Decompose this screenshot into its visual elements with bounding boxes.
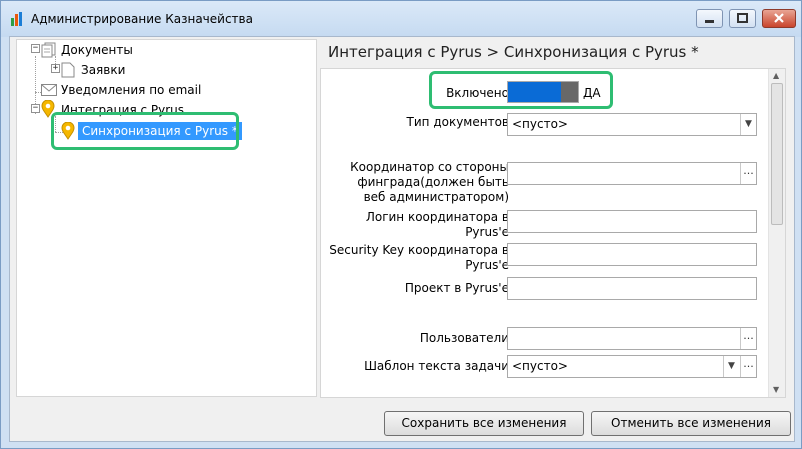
minimize-icon [705,20,714,23]
navigation-tree[interactable]: − Документы + Заявки Уведомления по emai… [16,39,317,397]
save-all-button[interactable]: Сохранить все изменения [384,411,584,436]
login-input[interactable] [507,210,757,233]
users-field[interactable]: ... [507,327,757,350]
browse-button[interactable]: ... [740,163,756,184]
maximize-button[interactable] [729,9,756,28]
documents-folder-icon [41,42,56,58]
collapse-icon[interactable]: − [31,44,40,53]
app-icon [11,12,25,26]
users-label: Пользователи [419,331,509,345]
browse-button[interactable]: ... [740,328,756,349]
highlight-box [51,112,239,150]
document-icon [61,62,75,78]
template-select[interactable]: <пусто> ▼ ... [507,355,757,378]
cancel-all-button[interactable]: Отменить все изменения [591,411,791,436]
window-title: Администрирование Казначейства [31,12,253,26]
template-label: Шаблон текста задачи [364,359,509,373]
coordinator-field[interactable]: ... [507,162,757,185]
close-icon [774,13,784,23]
settings-form: Включено ДА Тип документов <пусто> ▼ Коо… [320,68,786,398]
collapse-icon[interactable]: − [31,104,40,113]
doc-type-select[interactable]: <пусто> ▼ [507,113,757,136]
security-key-input[interactable] [507,243,757,266]
minimize-button[interactable] [696,9,723,28]
vertical-scrollbar[interactable]: ▲ ▼ [768,69,785,397]
tree-item-documents[interactable]: Документы [61,41,133,59]
scroll-down-icon[interactable]: ▼ [773,385,779,394]
email-icon [41,84,57,96]
browse-button[interactable]: ... [740,356,756,377]
chevron-down-icon[interactable]: ▼ [740,114,756,135]
page-title: Интеграция с Pyrus > Синхронизация с Pyr… [328,43,699,61]
highlight-box [429,71,613,109]
scroll-up-icon[interactable]: ▲ [773,71,779,80]
coordinator-label: Координатор со стороны финграда(должен б… [350,160,509,204]
expand-icon[interactable]: + [51,64,60,73]
app-window: Администрирование Казначейства − Докумен… [0,0,802,449]
project-label: Проект в Pyrus'е [404,281,509,295]
maximize-icon [737,13,748,23]
chevron-down-icon[interactable]: ▼ [723,356,739,377]
close-button[interactable] [762,9,796,28]
login-label: Логин координатора в Pyrus'е [365,210,509,239]
security-key-label: Security Key координатора в Pyrus'е [329,243,509,272]
project-input[interactable] [507,277,757,300]
tree-item-requests[interactable]: Заявки [81,61,125,79]
title-bar: Администрирование Казначейства [1,1,801,37]
tree-item-email-notifications[interactable]: Уведомления по email [61,81,201,99]
scroll-thumb[interactable] [771,83,783,225]
doc-type-label: Тип документов [406,115,509,129]
client-area: − Документы + Заявки Уведомления по emai… [9,36,795,442]
